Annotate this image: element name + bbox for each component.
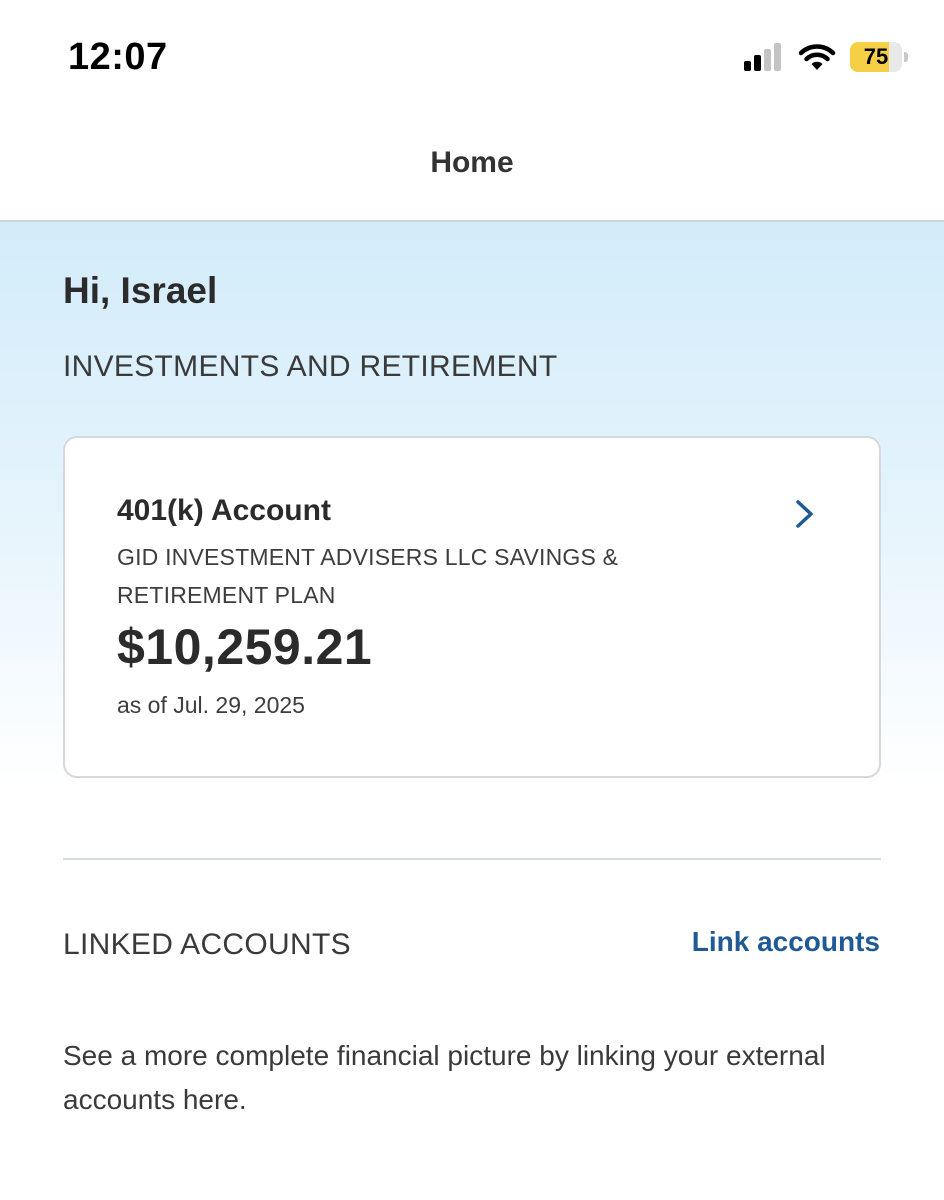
greeting: Hi, Israel (63, 270, 218, 311)
battery-tip (904, 52, 908, 62)
account-balance: $10,259.21 (117, 619, 373, 675)
section-divider (63, 858, 881, 860)
investments-heading: INVESTMENTS AND RETIREMENT (63, 350, 558, 383)
401k-account-card[interactable]: 401(k) Account GID INVESTMENT ADVISERS L… (63, 436, 881, 778)
battery-icon: 75 (850, 42, 908, 72)
link-accounts-button[interactable]: Link accounts (692, 926, 880, 958)
wifi-icon (798, 44, 836, 70)
status-bar: 12:07 75 (0, 0, 944, 110)
linked-accounts-heading: LINKED ACCOUNTS (63, 928, 351, 961)
linked-accounts-description: See a more complete financial picture by… (63, 1040, 826, 1115)
nav-header: Home (0, 110, 944, 222)
battery-level: 75 (863, 44, 889, 69)
chevron-right-icon[interactable] (793, 498, 817, 530)
status-icons: 75 (744, 42, 908, 72)
account-title: 401(k) Account (117, 494, 331, 527)
account-plan-name: GID INVESTMENT ADVISERS LLC SAVINGS & RE… (117, 544, 619, 608)
page-title: Home (430, 146, 514, 179)
main-content[interactable]: Hi, Israel INVESTMENTS AND RETIREMENT 40… (0, 222, 944, 1200)
cellular-signal-icon (744, 43, 781, 71)
account-as-of-date: as of Jul. 29, 2025 (117, 692, 305, 718)
status-time: 12:07 (68, 36, 168, 78)
